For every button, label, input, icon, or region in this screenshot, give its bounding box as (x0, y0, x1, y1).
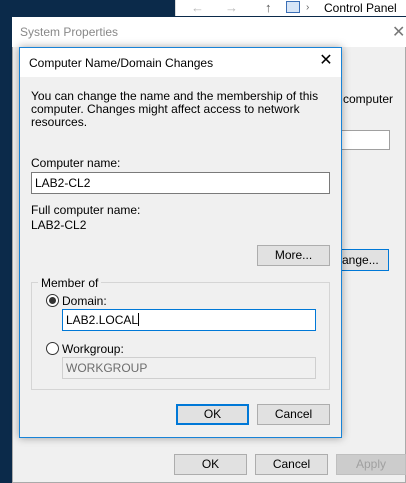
domain-label[interactable]: Domain: (62, 294, 107, 308)
domain-input-value: LAB2.LOCAL (66, 313, 139, 327)
workgroup-radio[interactable] (46, 342, 59, 355)
radio-selected-dot (49, 297, 56, 304)
computer-name-input[interactable]: LAB2-CL2 (31, 172, 330, 194)
domain-input[interactable]: LAB2.LOCAL (62, 309, 316, 331)
system-properties-ok-button[interactable]: OK (174, 454, 247, 475)
text-cursor (138, 313, 140, 326)
dialog-description: You can change the name and the membersh… (31, 89, 319, 129)
dialog-close-icon[interactable]: ✕ (316, 51, 336, 71)
member-of-label: Member of (38, 276, 102, 290)
system-properties-description-field[interactable] (341, 130, 390, 150)
control-panel-icon (286, 1, 300, 13)
full-computer-name-value: LAB2-CL2 (31, 218, 87, 232)
computer-name-label: Computer name: (31, 156, 121, 170)
dialog-cancel-button[interactable]: Cancel (257, 404, 330, 425)
up-arrow-icon[interactable]: ↑ (265, 0, 272, 16)
dialog-title: Computer Name/Domain Changes (29, 56, 214, 70)
dialog-ok-button[interactable]: OK (176, 404, 249, 425)
more-button[interactable]: More... (257, 245, 330, 266)
system-properties-apply-button[interactable]: Apply (336, 454, 406, 475)
change-button[interactable]: ange... (341, 249, 389, 271)
system-properties-title: System Properties (20, 25, 119, 39)
change-button-label: ange... (342, 253, 379, 267)
workgroup-input[interactable]: WORKGROUP (62, 357, 316, 379)
back-arrow-icon[interactable]: ← (191, 0, 204, 16)
breadcrumb-control-panel[interactable]: Control Panel (324, 0, 397, 16)
full-computer-name-label: Full computer name: (31, 203, 141, 217)
domain-radio[interactable] (46, 294, 59, 307)
workgroup-label[interactable]: Workgroup: (62, 342, 124, 356)
system-properties-close-icon[interactable]: ✕ (392, 22, 405, 42)
forward-arrow-icon[interactable]: → (225, 0, 238, 16)
system-properties-side-text: computer (343, 92, 394, 106)
system-properties-cancel-button[interactable]: Cancel (255, 454, 328, 475)
breadcrumb-separator-icon[interactable]: › (306, 0, 309, 16)
